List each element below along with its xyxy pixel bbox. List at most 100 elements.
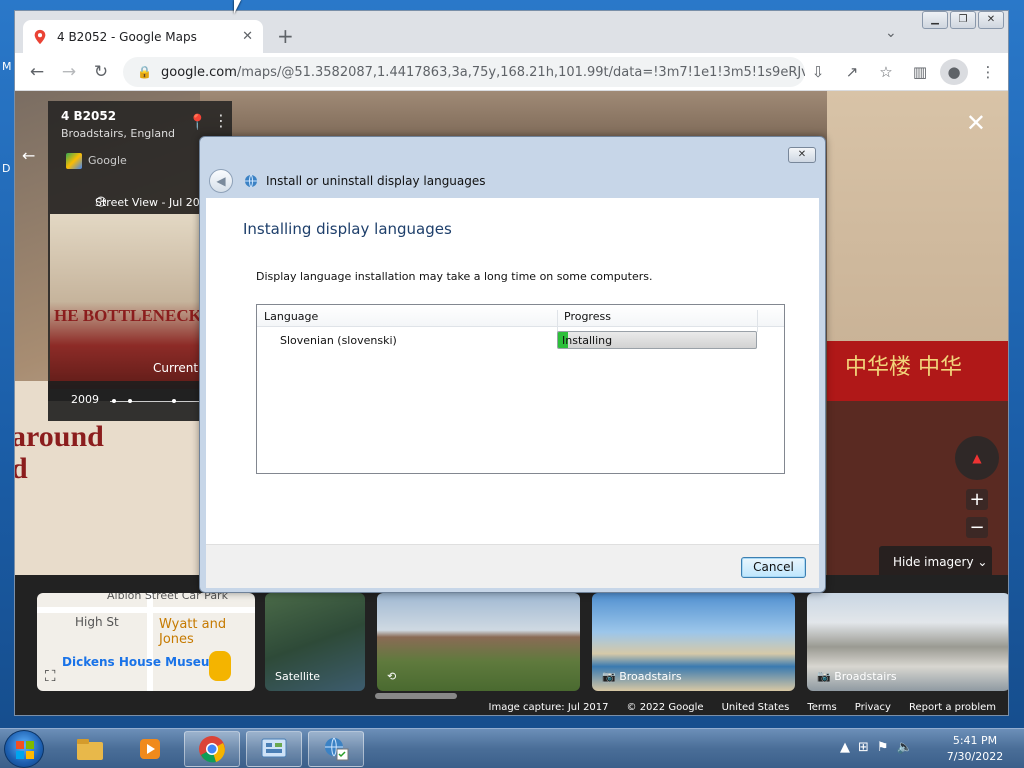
camera-icon: 📷 <box>817 670 831 683</box>
taskbar-control-panel[interactable] <box>246 731 302 767</box>
table-row[interactable]: Slovenian (slovenski) Installing <box>257 329 784 351</box>
tab-strip: 4 B2052 - Google Maps ✕ + ⌄ ▁ ❐ ✕ <box>15 11 1008 53</box>
dialog-body: Installing display languages Display lan… <box>206 198 819 544</box>
new-tab-button[interactable]: + <box>277 25 294 47</box>
install-app-icon[interactable]: ⇩ <box>804 59 832 85</box>
chevron-down-icon: ⌄ <box>977 555 988 569</box>
dialog-close-button[interactable]: ✕ <box>788 147 816 163</box>
street-view-date[interactable]: Street View - Jul 2017 <box>95 196 214 209</box>
photo-thumbnail[interactable]: ⟲ <box>377 593 580 691</box>
bottleneck-sign: HE BOTTLENECK <box>54 306 202 325</box>
photo-thumbnail[interactable]: 📷 Broadstairs <box>807 593 1008 691</box>
more-options-icon[interactable]: ⋮ <box>213 111 229 130</box>
thumbnail-caption-text: Broadstairs <box>619 670 682 683</box>
side-panel-icon[interactable]: ▥ <box>906 59 934 85</box>
dialog-footer: Cancel <box>206 544 819 588</box>
zoom-out-button[interactable]: − <box>966 517 988 538</box>
taskbar-media-player[interactable] <box>122 731 178 767</box>
browser-toolbar: ← → ↻ 🔒 google.com/maps/@51.3582087,1.44… <box>15 53 1008 91</box>
system-tray: ▲ ⊞ ⚑ 🔈 <box>840 740 913 755</box>
map-road <box>37 607 255 613</box>
photo-thumbnail[interactable]: 📷 Broadstairs <box>592 593 795 691</box>
thumbnail-caption: 📷 Broadstairs <box>817 670 897 683</box>
footer-image-capture: Image capture: Jul 2017 <box>488 702 609 713</box>
timeline-tick[interactable] <box>128 399 132 403</box>
language-list[interactable]: Language Progress Slovenian (slovenski) … <box>256 304 785 474</box>
footer-terms-link[interactable]: Terms <box>807 699 836 715</box>
language-name: Slovenian (slovenski) <box>280 334 397 347</box>
hide-imagery-label: Hide imagery <box>893 555 974 569</box>
taskbar-explorer[interactable] <box>62 731 118 767</box>
footer-copyright: © 2022 Google <box>626 702 704 713</box>
timeline-tick[interactable] <box>112 399 116 403</box>
tab-google-maps[interactable]: 4 B2052 - Google Maps ✕ <box>23 20 263 53</box>
maximize-button[interactable]: ❐ <box>950 11 976 29</box>
profile-avatar-icon[interactable]: ● <box>940 59 968 85</box>
volume-icon[interactable]: 🔈 <box>897 740 913 755</box>
pegman-icon[interactable] <box>209 651 231 681</box>
bookmark-star-icon[interactable]: ☆ <box>872 59 900 85</box>
desktop-icon-label-d: D <box>2 162 11 175</box>
rotate-360-icon: ⟲ <box>387 670 397 683</box>
fullscreen-icon[interactable]: ⛶ <box>45 667 56 685</box>
dialog-description: Display language installation may take a… <box>256 270 653 283</box>
column-header-language[interactable]: Language <box>264 310 318 323</box>
action-center-flag-icon[interactable]: ⚑ <box>877 740 889 755</box>
reload-icon[interactable]: ↻ <box>85 62 117 82</box>
taskbar: ▲ ⊞ ⚑ 🔈 5:41 PM 7/30/2022 <box>0 728 1024 768</box>
share-icon[interactable]: ↗ <box>838 59 866 85</box>
clock-date: 7/30/2022 <box>946 750 1004 763</box>
taskbar-chrome[interactable] <box>184 731 240 767</box>
start-button[interactable] <box>4 730 44 768</box>
back-arrow-icon[interactable]: ← <box>21 62 53 82</box>
display-language-dialog: ✕ ◀ Install or uninstall display languag… <box>199 136 826 593</box>
language-list-header: Language Progress <box>257 305 784 332</box>
chrome-icon <box>199 736 225 763</box>
footer-region[interactable]: United States <box>722 699 790 715</box>
url-host: google.com <box>161 64 237 80</box>
timeline-tick[interactable] <box>172 399 176 403</box>
footer-privacy-link[interactable]: Privacy <box>855 699 891 715</box>
map-thumbnail[interactable]: Albion Street Car Park High St Wyatt and… <box>37 593 255 691</box>
folder-icon <box>77 739 103 760</box>
thumbnail-caption: 📷 Broadstairs <box>602 670 682 683</box>
url-text: google.com/maps/@51.3582087,1.4417863,3a… <box>161 65 805 80</box>
progress-status: Installing <box>562 334 613 347</box>
tab-title: 4 B2052 - Google Maps <box>57 29 197 44</box>
satellite-thumbnail[interactable]: Satellite <box>265 593 365 691</box>
close-window-button[interactable]: ✕ <box>978 11 1004 29</box>
camera-icon: 📷 <box>602 670 616 683</box>
address-bar[interactable]: 🔒 google.com/maps/@51.3582087,1.4417863,… <box>123 57 805 87</box>
thumbnail-caption-text: Broadstairs <box>834 670 897 683</box>
close-street-view-icon[interactable]: ✕ <box>966 109 986 137</box>
column-header-progress[interactable]: Progress <box>564 310 611 323</box>
cancel-button[interactable]: Cancel <box>741 557 806 578</box>
street-view-back-icon[interactable]: ← <box>22 146 35 165</box>
media-player-icon <box>140 739 160 759</box>
show-hidden-icons-icon[interactable]: ▲ <box>840 740 850 755</box>
zoom-in-button[interactable]: + <box>966 489 988 510</box>
location-address: 4 B2052 <box>61 109 117 123</box>
chrome-menu-icon[interactable]: ⋮ <box>974 59 1002 85</box>
taskbar-clock[interactable]: 5:41 PM 7/30/2022 <box>935 733 1015 765</box>
desktop-icon-label-m: M <box>2 60 12 73</box>
minimize-button[interactable]: ▁ <box>922 11 948 29</box>
tab-search-chevron-icon[interactable]: ⌄ <box>885 25 897 41</box>
footer-report-link[interactable]: Report a problem <box>909 699 996 715</box>
forward-arrow-icon[interactable]: → <box>53 62 85 82</box>
google-provider-icon <box>66 153 82 169</box>
dialog-back-icon[interactable]: ◀ <box>209 169 233 193</box>
map-road <box>147 593 153 691</box>
location-pin-icon[interactable]: 📍 <box>188 113 207 131</box>
compass-icon[interactable]: ▲ <box>955 436 999 480</box>
tab-close-icon[interactable]: ✕ <box>242 29 253 44</box>
dialog-title: Install or uninstall display languages <box>266 174 486 188</box>
taskbar-language-installer[interactable] <box>308 731 364 767</box>
network-icon[interactable]: ⊞ <box>858 740 869 755</box>
thumbnail-caption: Satellite <box>275 670 321 683</box>
maps-footer: Image capture: Jul 2017 © 2022 Google Un… <box>15 699 1008 715</box>
hide-imagery-button[interactable]: Hide imagery ⌄ <box>879 546 992 578</box>
window-controls: ▁ ❐ ✕ <box>922 11 1004 29</box>
location-city: Broadstairs, England <box>61 127 176 140</box>
map-label-wyatt: Wyatt and Jones <box>159 617 227 647</box>
